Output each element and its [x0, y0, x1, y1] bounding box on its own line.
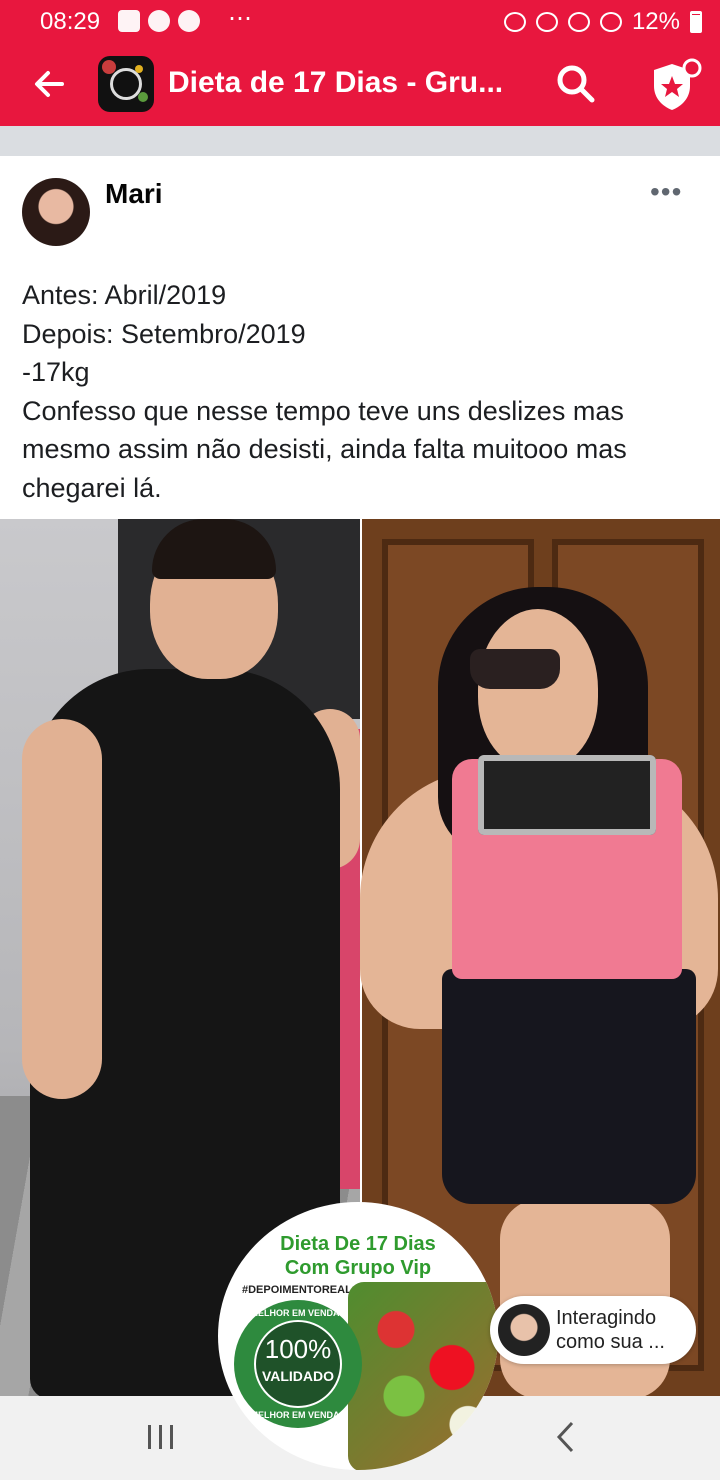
- wifi-icon: [567, 12, 590, 32]
- promo-title: Dieta De 17 Dias Com Grupo Vip: [218, 1232, 498, 1280]
- seal-percent: 100%: [264, 1334, 332, 1364]
- chat-head-avatar: [498, 1304, 550, 1356]
- post-line: Depois: Setembro/2019: [22, 318, 306, 349]
- post-line: Antes: Abril/2019: [22, 280, 227, 310]
- status-time: 08:29: [40, 8, 101, 35]
- chat-head-line: Interagindo: [556, 1307, 657, 1329]
- promo-hashtag: #DEPOIMENTOREAL: [242, 1284, 352, 1296]
- system-icons: 12%: [503, 8, 702, 36]
- post-line: mesmo assim não desisti, ainda falta mui…: [22, 434, 627, 464]
- post-line: chegarei lá.: [22, 472, 162, 503]
- author-name[interactable]: Mari: [105, 178, 163, 210]
- seal-ring-text: MELHOR EM VENDAS: [250, 1410, 346, 1420]
- badge-shield-icon[interactable]: [644, 56, 704, 116]
- vegetables-image: [348, 1282, 498, 1470]
- promo-title-line: Com Grupo Vip: [284, 1257, 432, 1279]
- chat-head-text: Interagindo como sua ...: [556, 1306, 690, 1354]
- battery-icon: [690, 11, 702, 33]
- back-arrow-icon[interactable]: [28, 62, 72, 106]
- seal-ring-text: MELHOR EM VENDAS: [250, 1308, 346, 1318]
- status-bar: 08:29 ⋯ 12%: [0, 0, 720, 44]
- validated-seal: MELHOR EM VENDAS 100% VALIDADO MELHOR EM…: [234, 1300, 362, 1428]
- more-notifications-icon: ⋯: [228, 5, 254, 32]
- notification-icons: [118, 10, 200, 32]
- post-line: -17kg: [22, 357, 90, 387]
- alarm-icon: [503, 12, 526, 32]
- more-options-icon[interactable]: •••: [650, 176, 682, 208]
- promo-overlay[interactable]: Dieta De 17 Dias Com Grupo Vip #DEPOIMEN…: [218, 1202, 498, 1470]
- mute-icon: [535, 12, 558, 32]
- post-text: Antes: Abril/2019 Depois: Setembro/2019 …: [22, 276, 706, 507]
- group-avatar[interactable]: [98, 56, 154, 112]
- chat-head-line: como sua ...: [556, 1331, 665, 1353]
- app-bar: Dieta de 17 Dias - Gru...: [0, 44, 720, 126]
- post-line: Confesso que nesse tempo teve uns desliz…: [22, 395, 624, 426]
- b-notification-icon: [148, 10, 170, 32]
- nav-back-icon[interactable]: [552, 1420, 580, 1454]
- feed-divider: [0, 126, 720, 156]
- gallery-notification-icon: [118, 10, 140, 32]
- chat-head-bubble[interactable]: Interagindo como sua ...: [490, 1296, 696, 1364]
- group-title[interactable]: Dieta de 17 Dias - Gru...: [168, 66, 528, 100]
- blocked-icon: [599, 12, 622, 32]
- recent-apps-icon[interactable]: [146, 1424, 176, 1450]
- messenger-notification-icon: [178, 10, 200, 32]
- seal-label: VALIDADO: [261, 1368, 335, 1384]
- promo-title-line: Dieta De 17 Dias: [280, 1233, 436, 1255]
- search-icon[interactable]: [552, 60, 600, 108]
- author-avatar[interactable]: [22, 178, 90, 246]
- battery-percent: 12%: [631, 8, 680, 35]
